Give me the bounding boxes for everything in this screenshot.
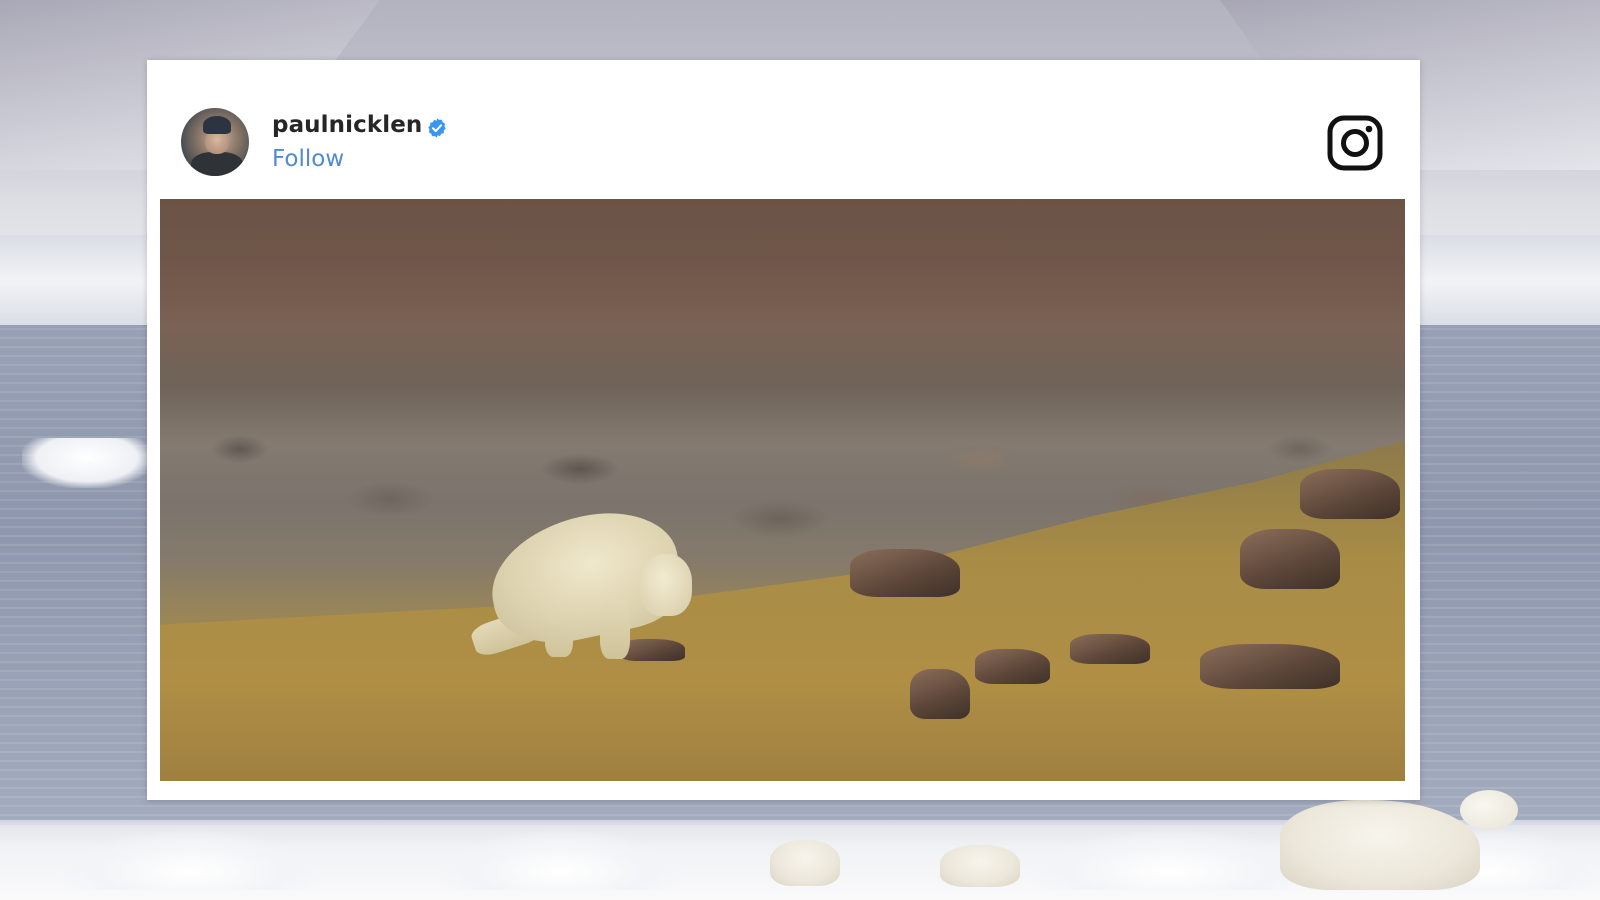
background-ice-chunk (1030, 830, 1310, 890)
instagram-logo-icon[interactable] (1326, 114, 1384, 172)
username-link[interactable]: paulnicklen (272, 112, 422, 138)
background-ice-floe (22, 438, 152, 488)
background-polar-bear (940, 845, 1020, 887)
verified-badge-icon (428, 118, 446, 138)
post-photo[interactable] (160, 199, 1405, 781)
background-polar-bear (770, 840, 840, 886)
background-ice-chunk (440, 830, 680, 890)
instagram-embed-card: paulnicklen Follow (147, 60, 1420, 800)
follow-button[interactable]: Follow (272, 146, 344, 172)
photo-rock (1070, 634, 1150, 664)
polar-bear-head (640, 554, 692, 616)
avatar[interactable] (181, 108, 249, 176)
avatar-jacket (191, 152, 243, 176)
photo-rock (1300, 469, 1400, 519)
photo-rock (975, 649, 1050, 684)
background-polar-bear-head (1460, 790, 1518, 830)
photo-rock (1240, 529, 1340, 589)
avatar-beanie (203, 116, 231, 134)
post-header: paulnicklen Follow (147, 60, 1420, 198)
photo-rock (850, 549, 960, 597)
photo-rock (1200, 644, 1340, 689)
polar-bear-leg (600, 599, 630, 659)
background-ice-chunk (60, 830, 320, 890)
photo-rock (910, 669, 970, 719)
